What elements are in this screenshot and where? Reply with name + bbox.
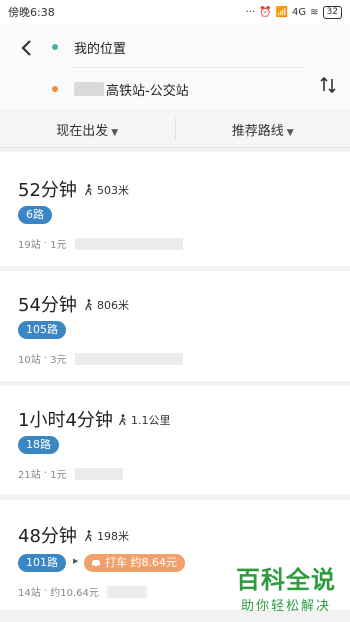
route-meta: 10站 · 3元 xyxy=(18,351,183,366)
walk-info: 198米 xyxy=(84,528,129,544)
walk-distance: 1.1公里 xyxy=(131,414,171,427)
watermark-title: 百科全说 xyxy=(236,566,336,594)
watermark-subtitle: 助你轻松解决 xyxy=(240,599,331,614)
route-meta: 14站 · 约10.64元 xyxy=(18,584,147,599)
stop-count: 10站 xyxy=(18,355,41,366)
caret-down-icon: ▼ xyxy=(286,127,294,138)
walk-icon xyxy=(84,299,92,311)
bus-line-tag: 6路 xyxy=(18,206,52,224)
bus-line-tag: 18路 xyxy=(18,436,59,454)
route-card[interactable]: 52分钟 503米 6路 19站 · 1元 xyxy=(0,152,350,266)
walk-info: 806米 xyxy=(84,297,129,313)
battery-icon: 32 xyxy=(322,5,342,19)
walk-distance: 806米 xyxy=(97,299,129,312)
walk-distance: 198米 xyxy=(97,530,129,543)
status-icons: ··· ⏰ 📶 4G ≋ 32 xyxy=(245,5,342,19)
depart-time-filter[interactable]: 现在出发 ▼ xyxy=(0,120,175,139)
blurred-text xyxy=(74,352,183,365)
origin-text: 我的位置 xyxy=(74,41,127,57)
route-meta: 21站 · 1元 xyxy=(18,466,123,481)
walk-icon xyxy=(84,530,92,542)
transfer-arrow-icon: ▶ xyxy=(73,557,79,565)
route-card[interactable]: 1小时4分钟 1.1公里 18路 21站 · 1元 xyxy=(0,386,350,494)
origin-field[interactable]: 我的位置 xyxy=(52,36,304,58)
car-icon xyxy=(92,560,100,568)
destination-text: 高铁站-公交站 xyxy=(106,83,189,99)
route-card[interactable]: 54分钟 806米 105路 10站 · 3元 xyxy=(0,271,350,381)
route-meta: 19站 · 1元 xyxy=(18,236,183,251)
walk-distance: 503米 xyxy=(97,184,129,197)
blurred-text xyxy=(74,467,123,480)
status-time: 傍晚6:38 xyxy=(8,6,55,19)
route-duration: 54分钟 xyxy=(18,295,77,316)
fare: 3元 xyxy=(50,355,67,366)
wifi-icon: ≋ xyxy=(310,6,319,18)
destination-field[interactable]: 高铁站-公交站 xyxy=(52,78,304,100)
fare: 1元 xyxy=(50,470,67,481)
depart-time-label: 现在出发 xyxy=(56,123,109,139)
route-duration: 52分钟 xyxy=(18,180,77,201)
fare: 约10.64元 xyxy=(50,588,99,599)
network-type: 4G xyxy=(292,6,307,18)
route-input-panel: 我的位置 高铁站-公交站 xyxy=(0,24,350,111)
walk-info: 503米 xyxy=(84,182,129,198)
filter-bar: 现在出发 ▼ 推荐路线 ▼ xyxy=(0,111,350,148)
caret-down-icon: ▼ xyxy=(111,127,119,138)
swap-icon[interactable] xyxy=(320,76,336,99)
blurred-text xyxy=(106,585,147,598)
route-duration: 48分钟 xyxy=(18,526,77,547)
stop-count: 21站 xyxy=(18,470,41,481)
origin-dot-icon xyxy=(52,44,58,50)
blurred-text xyxy=(74,237,183,250)
stop-count: 19站 xyxy=(18,240,41,251)
signal-icon: 📶 xyxy=(275,6,289,18)
taxi-tag: 打车 约8.64元 xyxy=(84,554,185,572)
route-duration: 1小时4分钟 xyxy=(18,410,113,431)
field-divider xyxy=(72,67,304,68)
stop-count: 14站 xyxy=(18,588,41,599)
walk-info: 1.1公里 xyxy=(118,412,171,428)
dots-icon: ··· xyxy=(245,6,256,18)
walk-icon xyxy=(84,184,92,196)
taxi-fare: 打车 约8.64元 xyxy=(105,556,177,569)
destination-dot-icon xyxy=(52,86,58,92)
bus-line-tag: 105路 xyxy=(18,321,66,339)
route-pref-label: 推荐路线 xyxy=(231,123,284,139)
alarm-icon: ⏰ xyxy=(259,6,272,18)
blurred-text xyxy=(74,82,104,96)
back-icon[interactable] xyxy=(14,36,38,60)
status-bar: 傍晚6:38 ··· ⏰ 📶 4G ≋ 32 xyxy=(0,0,350,24)
bus-line-tag: 101路 xyxy=(18,554,66,572)
route-pref-filter[interactable]: 推荐路线 ▼ xyxy=(176,120,350,139)
walk-icon xyxy=(118,414,126,426)
fare: 1元 xyxy=(50,240,67,251)
watermark: 百科全说 助你轻松解决 xyxy=(236,560,336,614)
